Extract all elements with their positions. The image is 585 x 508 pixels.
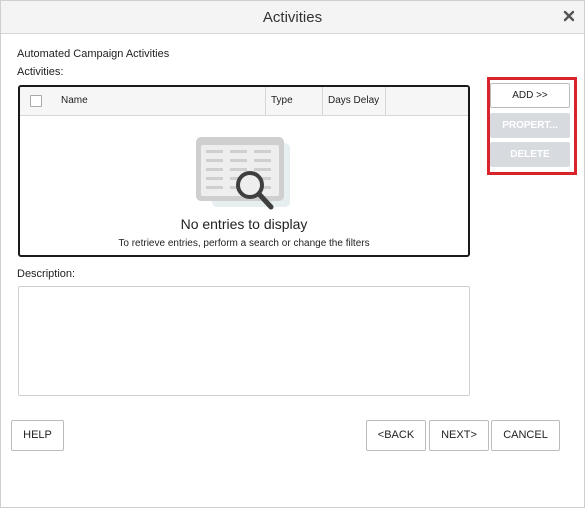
grid-header: Name Type Days Delay [20, 87, 468, 116]
help-button[interactable]: HELP [11, 420, 64, 451]
column-header-name[interactable]: Name [56, 87, 266, 116]
dialog-title: Activities [262, 9, 323, 26]
empty-search-icon [194, 137, 296, 213]
select-all-checkbox[interactable] [30, 95, 42, 107]
activities-grid: Name Type Days Delay No entries to displ… [18, 85, 470, 257]
close-icon[interactable] [563, 10, 575, 22]
column-header-days-delay[interactable]: Days Delay [322, 87, 386, 116]
description-label: Description: [17, 268, 76, 280]
dialog-titlebar: Activities [1, 1, 584, 34]
back-button[interactable]: <BACK [366, 420, 426, 451]
add-button[interactable]: ADD >> [490, 83, 570, 108]
activities-label: Activities: [17, 66, 64, 78]
delete-button[interactable]: DELETE [490, 142, 570, 167]
next-button[interactable]: NEXT> [429, 420, 489, 451]
column-header-type[interactable]: Type [265, 87, 323, 116]
section-title: Automated Campaign Activities [17, 48, 170, 60]
empty-state-subtitle: To retrieve entries, perform a search or… [118, 238, 370, 249]
properties-button[interactable]: PROPERT... [490, 113, 570, 138]
empty-state-title: No entries to display [180, 216, 308, 232]
select-all-cell [20, 87, 52, 116]
description-field[interactable] [18, 286, 470, 396]
cancel-button[interactable]: CANCEL [491, 420, 560, 451]
activities-dialog: Activities Automated Campaign Activities… [0, 0, 585, 508]
